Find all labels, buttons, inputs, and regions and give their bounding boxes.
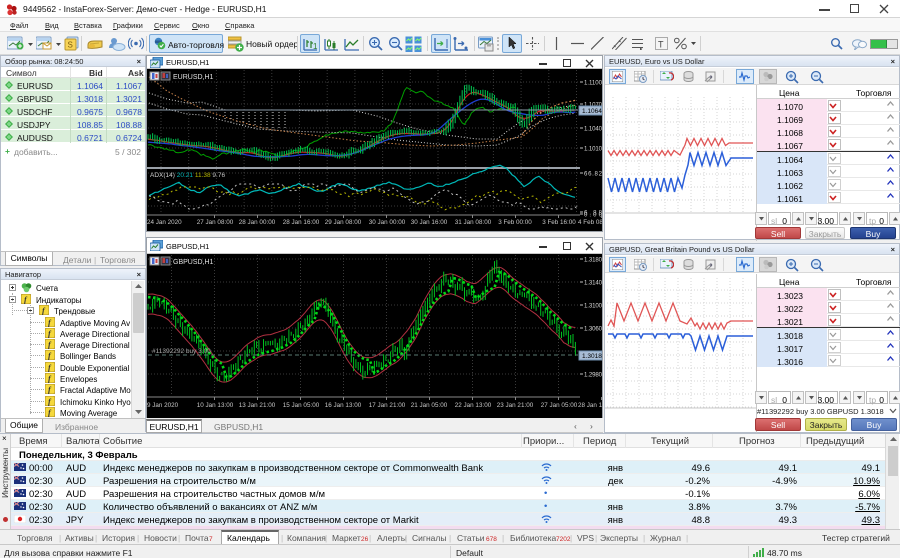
svg-text:66.82: 66.82: [584, 171, 602, 178]
svg-text:S: S: [68, 41, 73, 50]
svg-text:1: 1: [313, 42, 318, 51]
svg-text:1.1100: 1.1100: [584, 80, 602, 87]
svg-text:24 Jan 2020: 24 Jan 2020: [147, 219, 182, 226]
svg-text:1.3140: 1.3140: [584, 280, 602, 287]
svg-text:1.1040: 1.1040: [584, 126, 602, 133]
svg-text:27 Jan 05:00: 27 Jan 05:00: [541, 402, 578, 409]
svg-text:1.3060: 1.3060: [584, 326, 602, 333]
svg-text:4 Feb 08:00: 4 Feb 08:00: [578, 219, 602, 226]
svg-text:22 Jan 13:00: 22 Jan 13:00: [455, 402, 492, 409]
svg-text:10 Jan 13:00: 10 Jan 13:00: [197, 402, 234, 409]
svg-text:9 Jan 2020: 9 Jan 2020: [147, 402, 179, 409]
svg-text:29 Jan 08:00: 29 Jan 08:00: [325, 219, 362, 226]
svg-text:GBPUSD,H1: GBPUSD,H1: [173, 259, 214, 266]
svg-text:16 Jan 13:00: 16 Jan 13:00: [325, 402, 362, 409]
svg-text:17 Jan 21:00: 17 Jan 21:00: [369, 402, 406, 409]
svg-text:EURUSD,H1: EURUSD,H1: [173, 74, 214, 81]
svg-text:27 Jan 08:00: 27 Jan 08:00: [197, 219, 234, 226]
svg-text:28 Jan 00:00: 28 Jan 00:00: [239, 219, 276, 226]
svg-text:1.1064: 1.1064: [582, 108, 602, 115]
svg-text:1.3180: 1.3180: [584, 257, 602, 264]
svg-text:3 Feb 16:00: 3 Feb 16:00: [542, 219, 576, 226]
svg-text:23 Jan 21:00: 23 Jan 21:00: [497, 402, 534, 409]
svg-text:30 Jan 16:00: 30 Jan 16:00: [411, 219, 448, 226]
svg-text:1.2980: 1.2980: [584, 372, 602, 379]
svg-text:15 Jan 05:00: 15 Jan 05:00: [283, 402, 320, 409]
svg-text:0.00: 0.00: [584, 212, 602, 219]
svg-text:1.1010: 1.1010: [584, 146, 602, 153]
svg-text:13 Jan 21:00: 13 Jan 21:00: [239, 402, 276, 409]
svg-text:T: T: [658, 40, 664, 50]
svg-text:1.3100: 1.3100: [584, 303, 602, 310]
svg-text:3 Feb 00:00: 3 Feb 00:00: [498, 219, 532, 226]
svg-text:21 Jan 05:00: 21 Jan 05:00: [411, 402, 448, 409]
svg-text:30 Jan 00:00: 30 Jan 00:00: [369, 219, 406, 226]
svg-text:ADX(14) 20.21 11.38 9.76: ADX(14) 20.21 11.38 9.76: [150, 172, 225, 179]
svg-text:1.3018: 1.3018: [582, 353, 602, 360]
svg-text:31 Jan 08:00: 31 Jan 08:00: [455, 219, 492, 226]
svg-text:28 Jan 16:00: 28 Jan 16:00: [283, 219, 320, 226]
svg-text:28 Jan 13:00: 28 Jan 13:00: [578, 402, 602, 409]
svg-text:#11392292 buy 3.00: #11392292 buy 3.00: [152, 348, 211, 355]
